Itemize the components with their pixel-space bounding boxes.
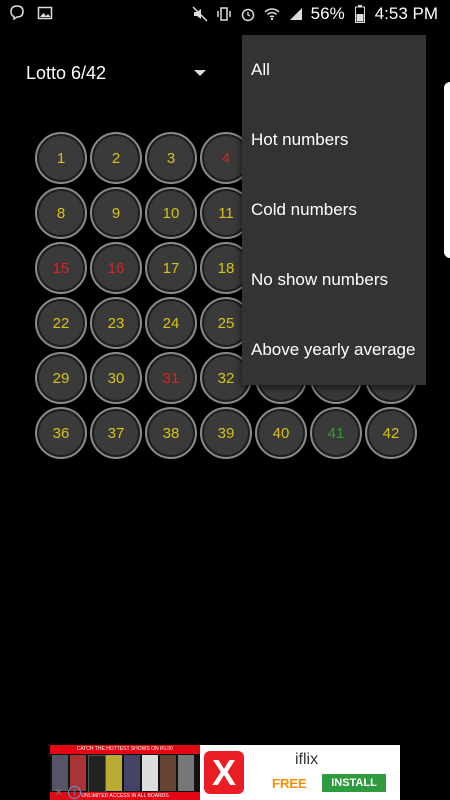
number-ball[interactable]: 29 bbox=[35, 352, 87, 404]
signal-icon bbox=[287, 5, 305, 23]
wifi-icon bbox=[263, 5, 281, 23]
menu-item-no-show-numbers[interactable]: No show numbers bbox=[242, 245, 426, 315]
number-ball[interactable]: 8 bbox=[35, 187, 87, 239]
number-ball[interactable]: 37 bbox=[90, 407, 142, 459]
ad-strip-top: CATCH THE HOTTEST SHOWS ON IFLIX! bbox=[50, 745, 200, 754]
ad-poster bbox=[142, 755, 158, 791]
number-ball[interactable]: 39 bbox=[200, 407, 252, 459]
ad-close-icon[interactable]: ✕ bbox=[54, 786, 63, 799]
menu-item-hot-numbers[interactable]: Hot numbers bbox=[242, 105, 426, 175]
number-ball[interactable]: 38 bbox=[145, 407, 197, 459]
number-ball[interactable]: 40 bbox=[255, 407, 307, 459]
vibrate-icon bbox=[215, 5, 233, 23]
battery-icon bbox=[351, 5, 369, 23]
number-ball[interactable]: 2 bbox=[90, 132, 142, 184]
number-ball[interactable]: 42 bbox=[365, 407, 417, 459]
ad-poster bbox=[88, 755, 106, 793]
viber-icon bbox=[8, 4, 26, 22]
number-ball[interactable]: 16 bbox=[90, 242, 142, 294]
battery-percent: 56% bbox=[310, 4, 345, 23]
number-ball[interactable]: 41 bbox=[310, 407, 362, 459]
ad-banner[interactable]: CATCH THE HOTTEST SHOWS ON IFLIX! UNLIMI… bbox=[50, 745, 400, 800]
number-ball[interactable]: 1 bbox=[35, 132, 87, 184]
ad-poster bbox=[124, 755, 140, 791]
ad-poster bbox=[178, 755, 194, 791]
number-ball[interactable]: 3 bbox=[145, 132, 197, 184]
dropdown-caret-icon bbox=[194, 70, 206, 76]
number-ball[interactable]: 23 bbox=[90, 297, 142, 349]
iflix-logo: X bbox=[200, 747, 248, 798]
mute-icon bbox=[191, 5, 209, 23]
lottery-selector[interactable]: Lotto 6/42 bbox=[26, 58, 216, 88]
number-ball[interactable]: 9 bbox=[90, 187, 142, 239]
menu-item-above-yearly-average[interactable]: Above yearly average bbox=[242, 315, 426, 385]
side-panel-edge bbox=[444, 82, 450, 258]
gallery-icon bbox=[36, 4, 54, 22]
ad-poster bbox=[160, 755, 176, 791]
number-ball[interactable]: 22 bbox=[35, 297, 87, 349]
iflix-logo-icon: X bbox=[204, 751, 244, 794]
status-bar: 56% 4:53 PM bbox=[0, 0, 450, 28]
alarm-icon bbox=[239, 5, 257, 23]
menu-item-cold-numbers[interactable]: Cold numbers bbox=[242, 175, 426, 245]
menu-item-all[interactable]: All bbox=[242, 35, 426, 105]
filter-menu: All Hot numbers Cold numbers No show num… bbox=[242, 35, 426, 385]
ad-app-title: iflix bbox=[295, 751, 319, 768]
ad-info-icon[interactable]: i bbox=[68, 786, 81, 799]
number-ball[interactable]: 15 bbox=[35, 242, 87, 294]
ad-install-button[interactable]: INSTALL bbox=[322, 774, 386, 792]
lottery-selector-label: Lotto 6/42 bbox=[26, 62, 107, 83]
number-ball[interactable]: 30 bbox=[90, 352, 142, 404]
number-ball[interactable]: 36 bbox=[35, 407, 87, 459]
number-ball[interactable]: 24 bbox=[145, 297, 197, 349]
number-ball[interactable]: 17 bbox=[145, 242, 197, 294]
ad-price: FREE bbox=[272, 776, 307, 791]
ad-poster bbox=[106, 755, 122, 791]
number-ball[interactable]: 10 bbox=[145, 187, 197, 239]
clock: 4:53 PM bbox=[374, 4, 438, 23]
number-ball[interactable]: 31 bbox=[145, 352, 197, 404]
